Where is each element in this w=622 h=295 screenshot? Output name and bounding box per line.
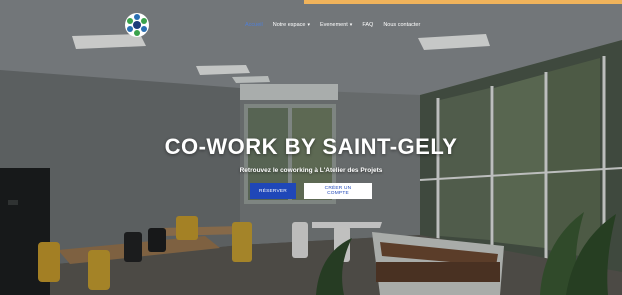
hero-title: CO-WORK BY SAINT-GELY xyxy=(164,134,458,159)
create-account-button[interactable]: CRÉER UN COMPTE xyxy=(304,183,372,199)
nav-item-nous-contacter[interactable]: Nous contacter xyxy=(383,22,420,28)
coworking-logo-icon[interactable] xyxy=(124,12,150,38)
top-accent-bar xyxy=(304,0,622,4)
nav-item-label: FAQ xyxy=(362,22,374,28)
nav-item-label: Evenement xyxy=(319,22,348,28)
nav-item-evenement[interactable]: Evenement ▾ xyxy=(320,22,352,28)
reserver-button[interactable]: RÉSERVER xyxy=(250,183,296,199)
main-navigation: Accueil Notre espace ▾ Evenement ▾ FAQ N… xyxy=(245,19,420,31)
nav-item-accueil[interactable]: Accueil xyxy=(245,22,263,28)
nav-item-label: Accueil xyxy=(245,22,263,28)
chevron-down-icon: ▾ xyxy=(349,21,353,28)
nav-item-faq[interactable]: FAQ xyxy=(362,22,373,28)
nav-item-label: Notre espace xyxy=(272,22,306,28)
nav-item-notre-espace[interactable]: Notre espace ▾ xyxy=(273,22,310,28)
hero-subtitle: Retrouvez le coworking à L'Atelier des P… xyxy=(239,167,383,174)
nav-item-label: Nous contacter xyxy=(383,22,421,28)
hero-cta-group: RÉSERVER CRÉER UN COMPTE xyxy=(0,183,622,199)
hero-section: Accueil Notre espace ▾ Evenement ▾ FAQ N… xyxy=(0,0,622,295)
chevron-down-icon: ▾ xyxy=(307,21,310,28)
